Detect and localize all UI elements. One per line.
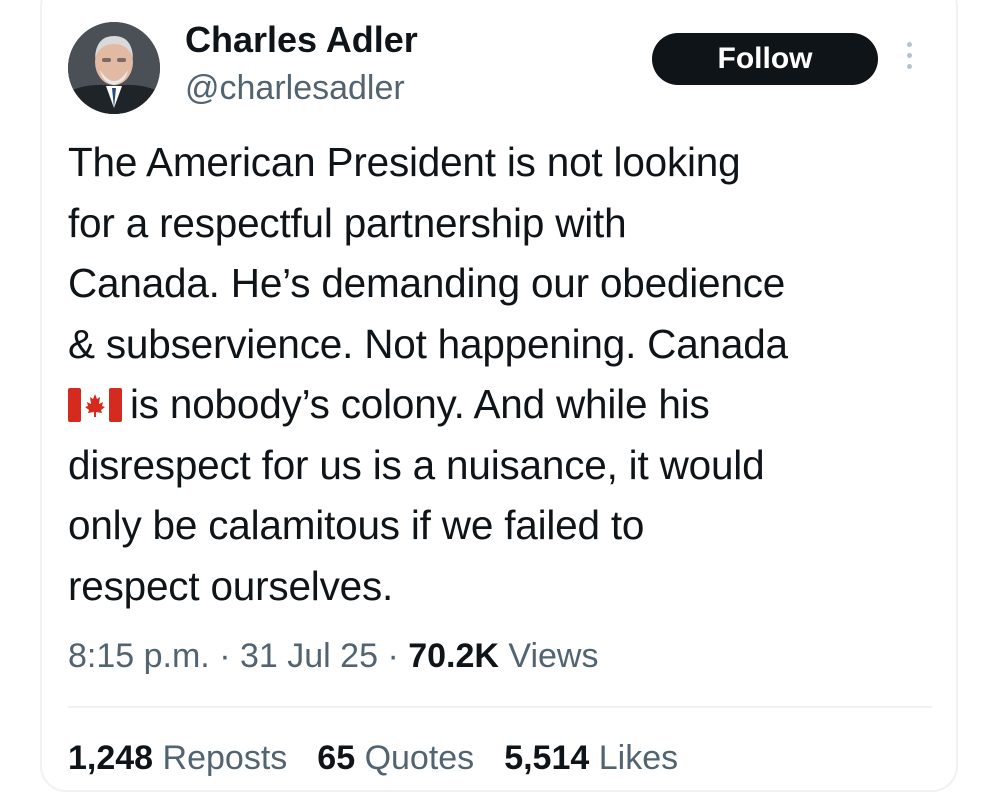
likes-label: Likes — [598, 739, 679, 777]
avatar-portrait-icon — [68, 22, 160, 114]
tweet-line: & subservience. Not happening. Canada — [68, 320, 788, 367]
quotes-count: 65 — [317, 739, 356, 777]
tweet-line: for a respectful partnership with — [68, 199, 627, 246]
more-vertical-icon[interactable] — [902, 42, 916, 78]
tweet-line: Canada. He’s demanding our obedience — [68, 260, 786, 306]
reposts-stat[interactable]: 1,248 Reposts — [68, 736, 287, 780]
quotes-stat[interactable]: 65 Quotes — [317, 736, 474, 780]
tweet-line: respect ourselves. — [68, 562, 394, 609]
tweet-meta: 8:15 p.m. · 31 Jul 25 · 70.2K Views — [68, 634, 599, 678]
likes-stat[interactable]: 5,514 Likes — [504, 736, 678, 780]
tweet-date[interactable]: 31 Jul 25 — [240, 637, 378, 675]
tweet-stats: 1,248 Reposts 65 Quotes 5,514 Likes — [68, 736, 708, 780]
divider — [68, 706, 932, 708]
tweet-line: only be calamitous if we failed to — [68, 502, 645, 548]
tweet-time[interactable]: 8:15 p.m. — [68, 637, 210, 675]
follow-button[interactable]: Follow — [652, 33, 878, 85]
quotes-label: Quotes — [364, 739, 475, 777]
canada-flag-icon — [68, 388, 122, 422]
views-label: Views — [508, 637, 599, 675]
reposts-count: 1,248 — [68, 739, 154, 777]
likes-count: 5,514 — [504, 739, 590, 777]
author-handle[interactable]: @charlesadler — [185, 66, 405, 110]
tweet-line-with-flag: is nobody’s colony. And while his — [68, 374, 938, 435]
tweet-line: The American President is not looking — [68, 139, 741, 185]
tweet-line: disrespect for us is a nuisance, it woul… — [68, 441, 765, 488]
reposts-label: Reposts — [162, 739, 288, 777]
avatar[interactable] — [68, 22, 160, 114]
tweet-text: The American President is not looking fo… — [68, 132, 938, 616]
views-count: 70.2K — [408, 637, 499, 675]
meta-separator: · — [219, 637, 231, 675]
meta-separator: · — [387, 637, 399, 675]
tweet-line-text: is nobody’s colony. And while his — [130, 381, 710, 427]
author-name[interactable]: Charles Adler — [185, 18, 418, 62]
